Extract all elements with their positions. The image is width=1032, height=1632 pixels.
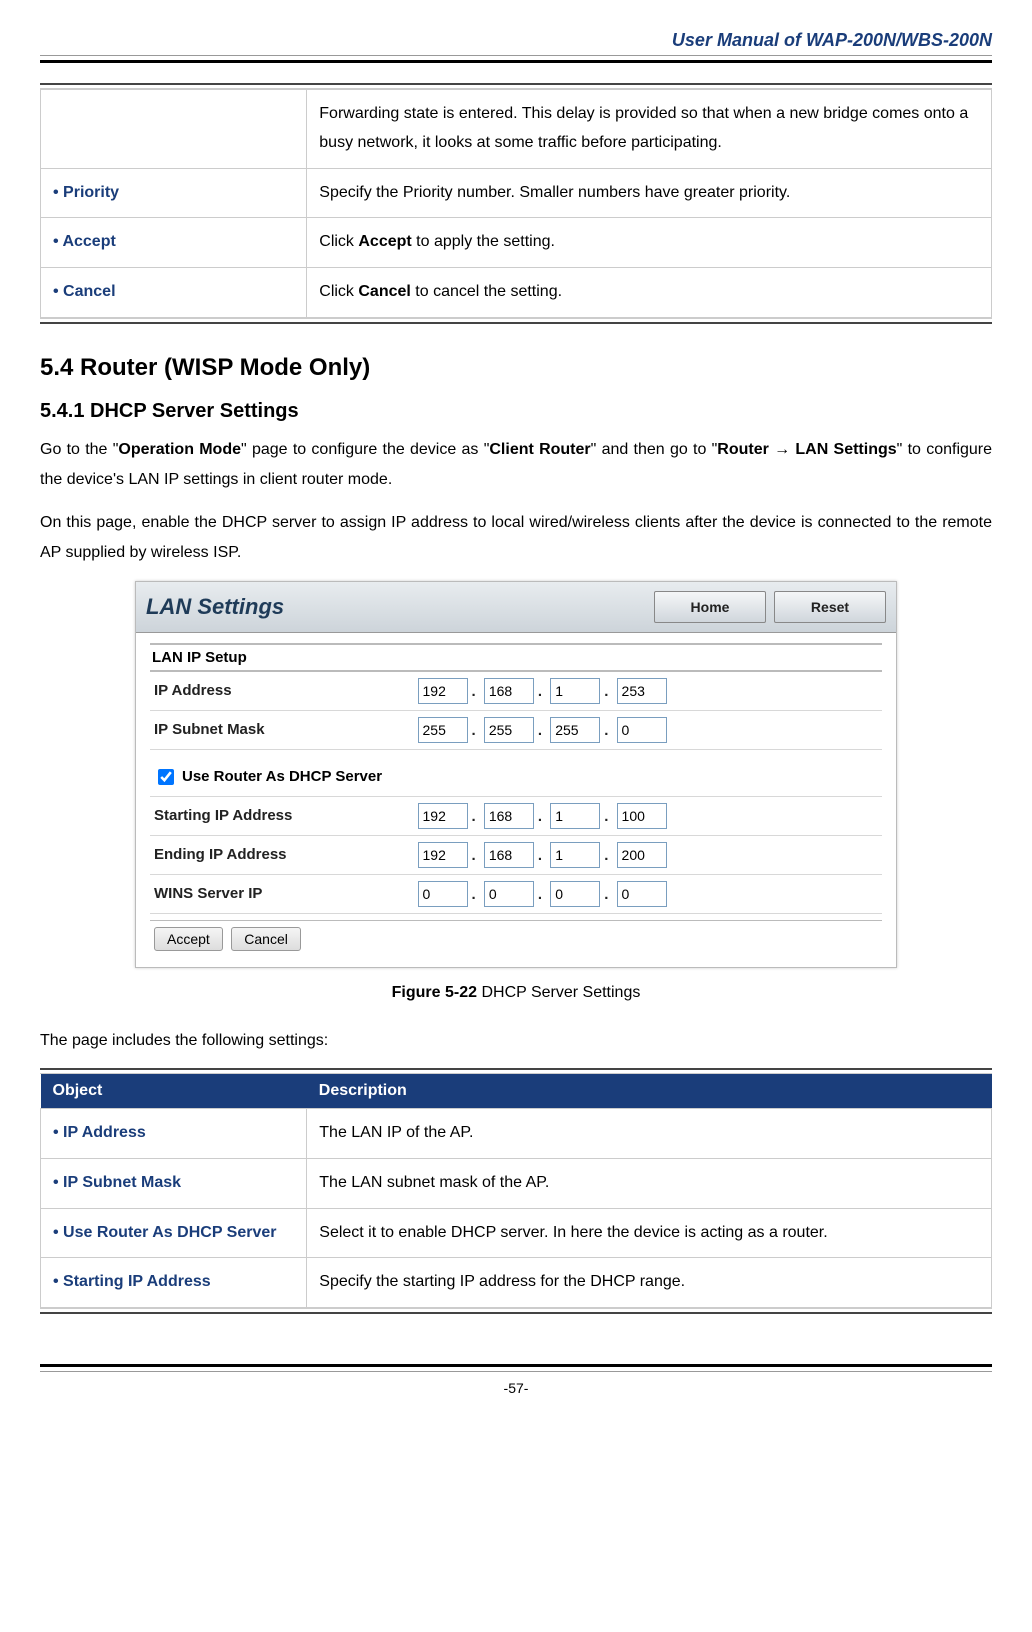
ip-address-octet-1[interactable]	[418, 678, 468, 704]
table-row: Starting IP Address Specify the starting…	[41, 1258, 992, 1308]
starting-ip-octet-3[interactable]	[550, 803, 600, 829]
dhcp-checkbox-row: Use Router As DHCP Server	[150, 750, 882, 797]
starting-ip-label: Starting IP Address	[150, 797, 414, 836]
table2-head-description: Description	[307, 1074, 992, 1109]
ip-address-label: IP Address	[150, 672, 414, 711]
reset-button[interactable]: Reset	[774, 591, 886, 623]
subnet-octet-3[interactable]	[550, 717, 600, 743]
paragraph-2: On this page, enable the DHCP server to …	[40, 508, 992, 569]
ending-ip-inputs: . . .	[414, 835, 882, 874]
table1-obj-priority: Priority	[41, 168, 307, 218]
subnet-octet-1[interactable]	[418, 717, 468, 743]
table-row: Cancel Click Cancel to cancel the settin…	[41, 268, 992, 318]
starting-ip-octet-4[interactable]	[617, 803, 667, 829]
ending-ip-octet-1[interactable]	[418, 842, 468, 868]
footer-divider	[40, 1364, 992, 1372]
lan-ip-setup-label: LAN IP Setup	[150, 643, 882, 672]
table2-obj-1: IP Subnet Mask	[41, 1158, 307, 1208]
dhcp-server-checkbox[interactable]	[158, 769, 174, 785]
wins-octet-1[interactable]	[418, 881, 468, 907]
subnet-label: IP Subnet Mask	[150, 710, 414, 749]
table-row: IP Address . . .	[150, 672, 882, 711]
table2-obj-0: IP Address	[41, 1108, 307, 1158]
subnet-inputs: . . .	[414, 710, 882, 749]
ending-ip-octet-4[interactable]	[617, 842, 667, 868]
table1-desc-2: Click Accept to apply the setting.	[307, 218, 992, 268]
cancel-button[interactable]: Cancel	[231, 927, 301, 951]
lan-header-title: LAN Settings	[146, 594, 284, 620]
starting-ip-inputs: . . .	[414, 797, 882, 836]
table-row: Starting IP Address . . .	[150, 797, 882, 836]
lan-form-table: IP Address . . . IP Subnet Mask . . .	[150, 672, 882, 750]
dhcp-checkbox-label: Use Router As DHCP Server	[182, 768, 382, 785]
table1: Forwarding state is entered. This delay …	[40, 89, 992, 318]
paragraph-1: Go to the "Operation Mode" page to confi…	[40, 435, 992, 496]
wins-octet-2[interactable]	[484, 881, 534, 907]
arrow-icon	[774, 441, 790, 458]
table-row: WINS Server IP . . .	[150, 874, 882, 913]
ending-ip-octet-3[interactable]	[550, 842, 600, 868]
table-row: Use Router As DHCP Server Select it to e…	[41, 1208, 992, 1258]
starting-ip-octet-2[interactable]	[484, 803, 534, 829]
header-divider	[40, 55, 992, 63]
dhcp-form-table: Starting IP Address . . . Ending IP Addr…	[150, 797, 882, 914]
wins-inputs: . . .	[414, 874, 882, 913]
wins-octet-4[interactable]	[617, 881, 667, 907]
table1-obj-empty	[41, 90, 307, 169]
table2-desc-3: Specify the starting IP address for the …	[307, 1258, 992, 1308]
table-row: Priority Specify the Priority number. Sm…	[41, 168, 992, 218]
table2-obj-3: Starting IP Address	[41, 1258, 307, 1308]
header-buttons: Home Reset	[654, 591, 886, 623]
subnet-octet-4[interactable]	[617, 717, 667, 743]
table1-obj-cancel: Cancel	[41, 268, 307, 318]
ending-ip-octet-2[interactable]	[484, 842, 534, 868]
wins-octet-3[interactable]	[550, 881, 600, 907]
table1-desc-1: Specify the Priority number. Smaller num…	[307, 168, 992, 218]
table2-head-object: Object	[41, 1074, 307, 1109]
table2-desc-2: Select it to enable DHCP server. In here…	[307, 1208, 992, 1258]
table2-obj-2: Use Router As DHCP Server	[41, 1208, 307, 1258]
ip-address-inputs: . . .	[414, 672, 882, 711]
section-5-4-1-heading: 5.4.1 DHCP Server Settings	[40, 400, 992, 423]
table-row: Ending IP Address . . .	[150, 835, 882, 874]
lan-header: LAN Settings Home Reset	[136, 582, 896, 633]
table2-bottom-border	[40, 1308, 992, 1314]
ending-ip-label: Ending IP Address	[150, 835, 414, 874]
ip-address-octet-3[interactable]	[550, 678, 600, 704]
table-row: Forwarding state is entered. This delay …	[41, 90, 992, 169]
table-row: IP Address The LAN IP of the AP.	[41, 1108, 992, 1158]
table2-intro: The page includes the following settings…	[40, 1026, 992, 1056]
table-row: IP Subnet Mask . . .	[150, 710, 882, 749]
accept-button[interactable]: Accept	[154, 927, 223, 951]
table2: Object Description IP Address The LAN IP…	[40, 1074, 992, 1308]
subnet-octet-2[interactable]	[484, 717, 534, 743]
bottom-bar: Accept Cancel	[150, 920, 882, 957]
table1-bottom-border	[40, 318, 992, 324]
page-number: -57-	[504, 1380, 529, 1396]
table2-desc-1: The LAN subnet mask of the AP.	[307, 1158, 992, 1208]
table1-desc-3: Click Cancel to cancel the setting.	[307, 268, 992, 318]
table1-desc-0: Forwarding state is entered. This delay …	[307, 90, 992, 169]
lan-settings-panel: LAN Settings Home Reset LAN IP Setup IP …	[135, 581, 897, 968]
table1-obj-accept: Accept	[41, 218, 307, 268]
footer: -57-	[40, 1364, 992, 1396]
ip-address-octet-2[interactable]	[484, 678, 534, 704]
header-title: User Manual of WAP-200N/WBS-200N	[40, 30, 992, 51]
ip-address-octet-4[interactable]	[617, 678, 667, 704]
table-row: Accept Click Accept to apply the setting…	[41, 218, 992, 268]
table-row: IP Subnet Mask The LAN subnet mask of th…	[41, 1158, 992, 1208]
home-button[interactable]: Home	[654, 591, 766, 623]
table-header-row: Object Description	[41, 1074, 992, 1109]
section-5-4-heading: 5.4 Router (WISP Mode Only)	[40, 354, 992, 382]
starting-ip-octet-1[interactable]	[418, 803, 468, 829]
wins-label: WINS Server IP	[150, 874, 414, 913]
table2-desc-0: The LAN IP of the AP.	[307, 1108, 992, 1158]
figure-caption: Figure 5-22 DHCP Server Settings	[40, 984, 992, 1002]
